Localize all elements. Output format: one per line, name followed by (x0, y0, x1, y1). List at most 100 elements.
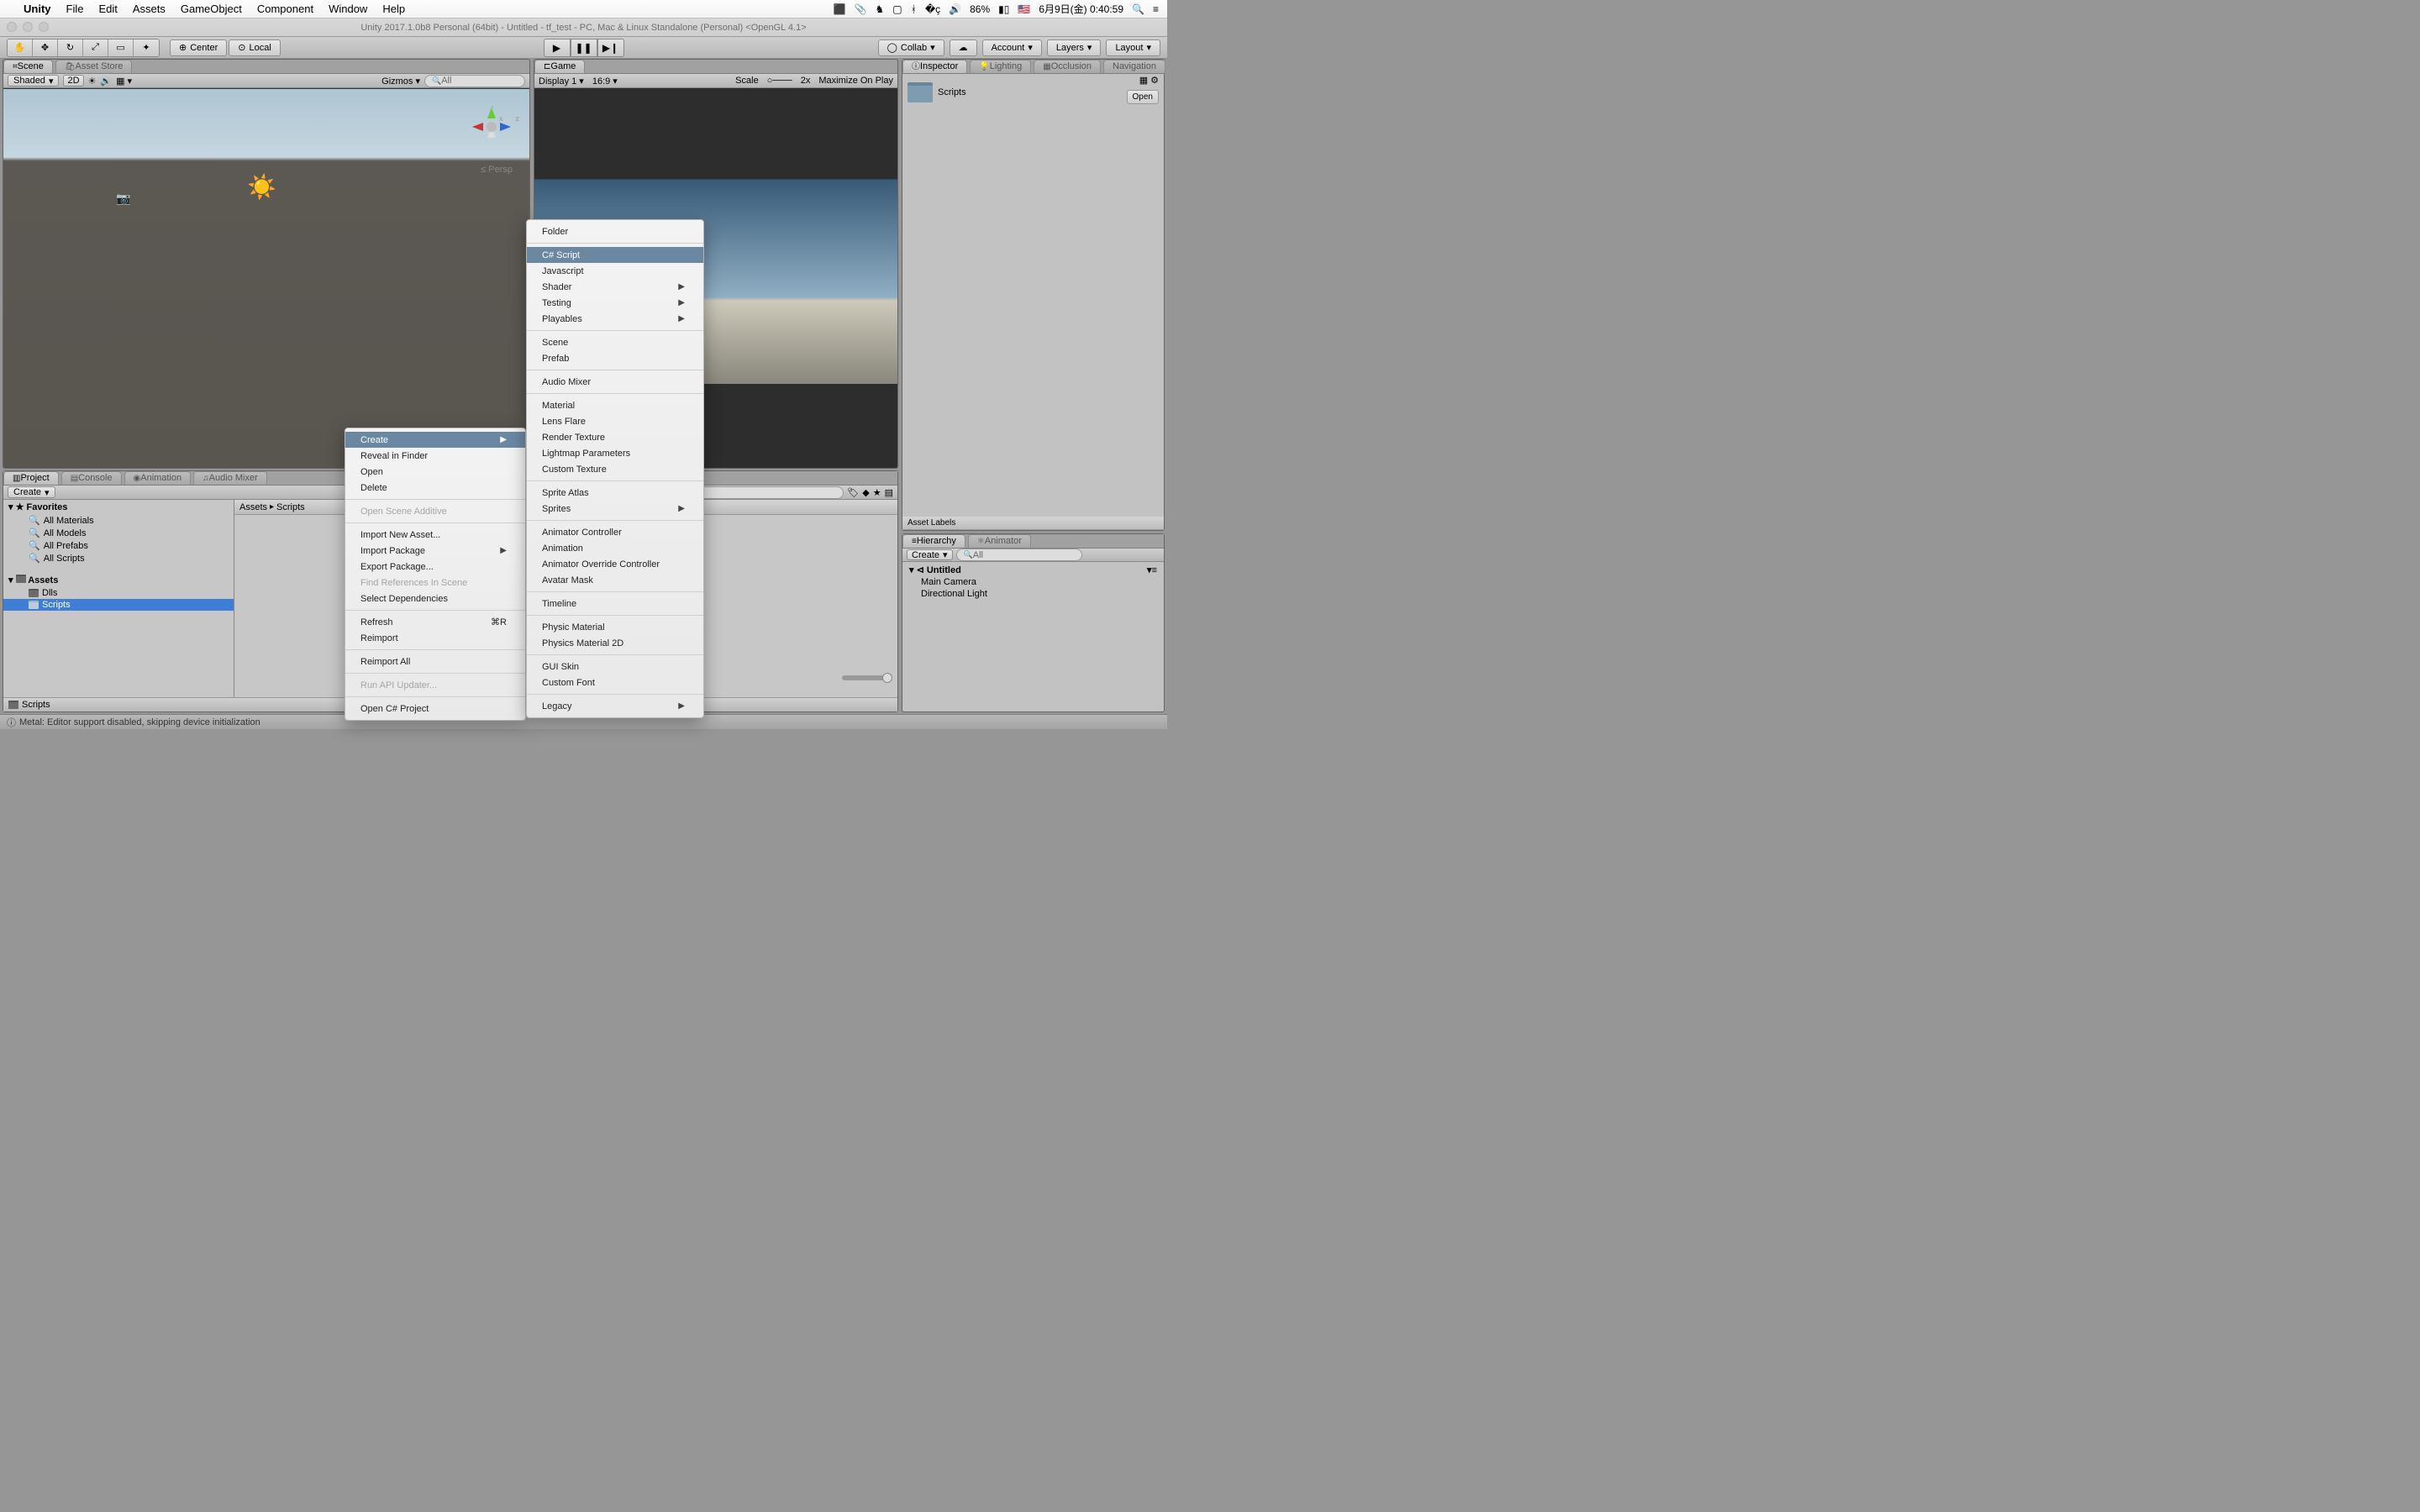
menu-item-reimport-all[interactable]: Reimport All (345, 654, 525, 669)
layout-button[interactable]: Layout ▾ (1106, 39, 1160, 56)
menu-item-timeline[interactable]: Timeline (527, 596, 703, 612)
asset-dlls[interactable]: Dlls (3, 587, 234, 599)
pivot-button[interactable]: ⊕ Center (170, 39, 227, 56)
menu-item-playables[interactable]: Playables▶ (527, 311, 703, 327)
menu-item-reimport[interactable]: Reimport (345, 630, 525, 646)
hierarchy-directional-light[interactable]: Directional Light (906, 588, 1160, 600)
menu-icon[interactable]: ≡ (1153, 3, 1159, 15)
battery-icon[interactable]: ▮▯ (998, 3, 1009, 15)
clock[interactable]: 6月9日(金) 0:40:59 (1039, 2, 1123, 16)
menu-item-avatar-mask[interactable]: Avatar Mask (527, 572, 703, 588)
transform-tool[interactable]: ✦ (134, 39, 159, 56)
fav-all-prefabs[interactable]: 🔍 All Prefabs (3, 539, 234, 552)
asset-scripts[interactable]: Scripts (3, 599, 234, 611)
knight-icon[interactable]: ♞ (876, 3, 885, 15)
tab-audio-mixer[interactable]: ♫ Audio Mixer (193, 471, 267, 485)
tab-asset-store[interactable]: 🛍 Asset Store (55, 60, 133, 73)
clip-icon[interactable]: 📎 (855, 3, 867, 15)
spotlight-icon[interactable]: 🔍 (1132, 3, 1144, 15)
menu-item-animator-override-controller[interactable]: Animator Override Controller (527, 556, 703, 572)
favorite-icon[interactable]: ★ (873, 487, 881, 498)
menu-item-legacy[interactable]: Legacy▶ (527, 698, 703, 714)
collab-button[interactable]: ◯ Collab ▾ (878, 39, 944, 56)
menu-item-custom-texture[interactable]: Custom Texture (527, 461, 703, 477)
hierarchy-main-camera[interactable]: Main Camera (906, 576, 1160, 588)
menu-item-reveal-in-finder[interactable]: Reveal in Finder (345, 448, 525, 464)
menu-assets[interactable]: Assets (133, 3, 166, 15)
fav-all-models[interactable]: 🔍 All Models (3, 527, 234, 539)
create-dropdown[interactable]: Create ▾ (8, 486, 55, 498)
menu-item-sprite-atlas[interactable]: Sprite Atlas (527, 485, 703, 501)
aspect-dropdown[interactable]: 16:9 ▾ (592, 76, 618, 87)
menu-item-import-new-asset-[interactable]: Import New Asset... (345, 527, 525, 543)
menu-item-shader[interactable]: Shader▶ (527, 279, 703, 295)
rotate-tool[interactable]: ↻ (58, 39, 83, 56)
menu-gameobject[interactable]: GameObject (181, 3, 242, 15)
menu-item-folder[interactable]: Folder (527, 223, 703, 239)
menu-item-gui-skin[interactable]: GUI Skin (527, 659, 703, 675)
menu-item-delete[interactable]: Delete (345, 480, 525, 496)
tab-animation[interactable]: ◉ Animation (124, 471, 192, 485)
close-icon[interactable] (7, 22, 17, 32)
project-tree[interactable]: ▾ ★ Favorites 🔍 All Materials 🔍 All Mode… (3, 500, 234, 697)
scene-root[interactable]: ▾ ⊲ Untitled ▾≡ (906, 564, 1160, 576)
scene-search[interactable]: 🔍All (424, 75, 525, 87)
menu-item-prefab[interactable]: Prefab (527, 350, 703, 366)
fx-icon[interactable]: ▦ ▾ (116, 76, 132, 87)
zoom-icon[interactable] (39, 22, 49, 32)
menu-item-animation[interactable]: Animation (527, 540, 703, 556)
menu-item-animator-controller[interactable]: Animator Controller (527, 524, 703, 540)
menu-item-sprites[interactable]: Sprites▶ (527, 501, 703, 517)
pause-button[interactable]: ❚❚ (571, 39, 597, 57)
menu-item-scene[interactable]: Scene (527, 334, 703, 350)
tab-inspector[interactable]: ⓘ Inspector (902, 60, 967, 73)
menu-component[interactable]: Component (257, 3, 313, 15)
scale-tool[interactable]: ⤢ (83, 39, 108, 56)
menu-help[interactable]: Help (382, 3, 405, 15)
bluetooth-icon[interactable]: ᚼ (911, 3, 917, 15)
hierarchy-tree[interactable]: ▾ ⊲ Untitled ▾≡ Main Camera Directional … (902, 562, 1164, 601)
dropbox-icon[interactable]: ⬛ (834, 3, 846, 15)
fav-all-materials[interactable]: 🔍 All Materials (3, 514, 234, 527)
scene-viewport[interactable]: x z y ≤ Persp ☀️ 📷 (3, 89, 529, 468)
tab-console[interactable]: ▤ Console (61, 471, 122, 485)
filter-type-icon[interactable]: ◆ (862, 487, 869, 498)
menu-item-material[interactable]: Material (527, 397, 703, 413)
menu-item-refresh[interactable]: Refresh⌘R (345, 614, 525, 630)
menu-item-audio-mixer[interactable]: Audio Mixer (527, 374, 703, 390)
menu-item-export-package-[interactable]: Export Package... (345, 559, 525, 575)
battery-text[interactable]: 86% (970, 3, 990, 15)
menu-item-open[interactable]: Open (345, 464, 525, 480)
tab-lighting[interactable]: 💡Lighting (970, 60, 1031, 73)
menu-file[interactable]: File (66, 3, 84, 15)
tab-scene[interactable]: ⌗ Scene (3, 60, 53, 73)
layers-button[interactable]: Layers ▾ (1047, 39, 1102, 56)
scale-slider[interactable]: ○─── (767, 76, 792, 86)
minimize-icon[interactable] (23, 22, 33, 32)
tab-animator[interactable]: ⚛ Animator (968, 534, 1031, 548)
wifi-icon[interactable]: �ç (925, 3, 940, 15)
light-icon[interactable]: ☀ (88, 76, 97, 87)
menu-item-select-dependencies[interactable]: Select Dependencies (345, 591, 525, 606)
shading-dropdown[interactable]: Shaded ▾ (8, 75, 59, 87)
tab-occlusion[interactable]: ▦Occlusion (1034, 60, 1101, 73)
cloud-button[interactable]: ☁ (950, 39, 977, 56)
fav-all-scripts[interactable]: 🔍 All Scripts (3, 552, 234, 564)
tab-navigation[interactable]: Navigation (1103, 60, 1165, 73)
rect-tool[interactable]: ▭ (108, 39, 134, 56)
menu-item-javascript[interactable]: Javascript (527, 263, 703, 279)
menu-item-create[interactable]: Create▶ (345, 432, 525, 448)
menu-item-custom-font[interactable]: Custom Font (527, 675, 703, 690)
tab-project[interactable]: ▥ Project (3, 471, 59, 485)
hierarchy-create[interactable]: Create ▾ (907, 549, 953, 560)
tab-hierarchy[interactable]: ≡ Hierarchy (902, 534, 965, 548)
volume-icon[interactable]: 🔊 (949, 3, 961, 15)
breadcrumb-scripts[interactable]: Scripts (276, 502, 305, 512)
open-button[interactable]: Open (1127, 90, 1159, 104)
2d-toggle[interactable]: 2D (63, 75, 83, 87)
menu-item-lightmap-parameters[interactable]: Lightmap Parameters (527, 445, 703, 461)
menu-item-open-c-project[interactable]: Open C# Project (345, 701, 525, 717)
hand-tool[interactable]: ✋ (8, 39, 33, 56)
menu-item-testing[interactable]: Testing▶ (527, 295, 703, 311)
gizmos-dropdown[interactable]: Gizmos ▾ (381, 76, 420, 87)
